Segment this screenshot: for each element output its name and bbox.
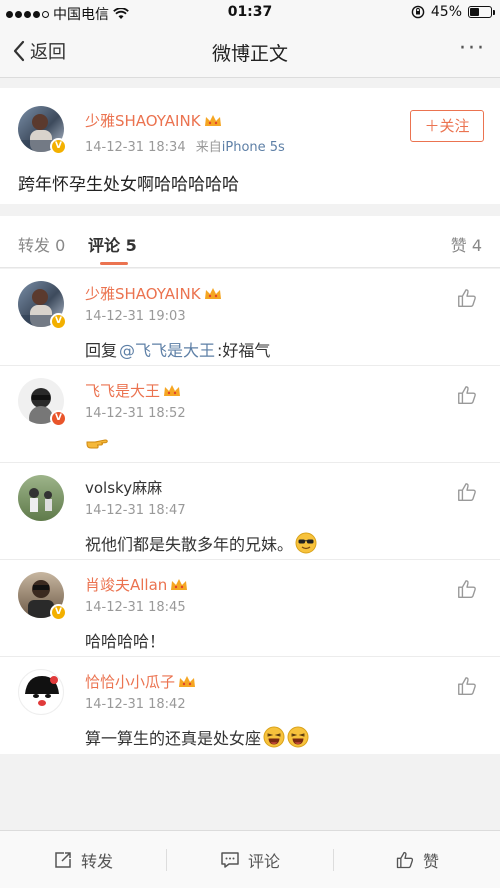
page-title: 微博正文 — [211, 43, 288, 65]
like-label: 赞 — [422, 852, 439, 871]
list-item: V 少雅SHAOYAINK 14-12-31 19:03 回复 @飞飞是大王:好福… — [0, 269, 500, 366]
tab-repost-count: 0 — [55, 236, 66, 255]
comment-author[interactable]: 肖竣夫Allan — [85, 574, 188, 595]
sunglasses-emoji — [295, 532, 317, 554]
post-tabs: 转发 0 评论 5 赞 4 — [0, 216, 500, 268]
comment-icon — [221, 852, 239, 868]
weibo-post: V 少雅SHAOYAINK 14-12-31 18:34 来自iPhone 5s… — [0, 88, 500, 204]
vip-crown-icon — [179, 675, 196, 687]
list-item: V 肖竣夫Allan 14-12-31 18:45 哈哈哈哈！ — [0, 560, 500, 657]
post-source[interactable]: iPhone 5s — [222, 140, 285, 155]
lock-rotation-icon — [411, 5, 425, 19]
comment-text: 哈哈哈哈！ — [85, 628, 165, 652]
comment-author-name: 飞飞是大王 — [85, 382, 161, 400]
vip-crown-icon — [164, 384, 181, 396]
comment-text — [85, 434, 113, 452]
comment-label: 评论 — [247, 852, 280, 871]
comment-time: 14-12-31 19:03 — [85, 309, 186, 324]
comment-author[interactable]: volsky麻麻 — [85, 477, 162, 498]
comment-author-name: volsky麻麻 — [85, 479, 163, 497]
comment-text: 回复 @飞飞是大王:好福气 — [85, 337, 270, 361]
bottom-action-bar: 转发 评论 赞 — [0, 830, 500, 888]
post-author-name: 少雅SHAOYAINK — [85, 112, 201, 130]
verified-badge-icon: V — [50, 138, 67, 155]
tab-repost[interactable]: 转发 0 — [18, 232, 65, 256]
tab-like[interactable]: 赞 4 — [451, 232, 482, 256]
nav-bar: 返回 微博正文 ··· — [0, 26, 500, 78]
comment-time: 14-12-31 18:45 — [85, 600, 186, 615]
comment-text: 祝他们都是失散多年的兄妹。 — [85, 531, 317, 555]
thumbs-up-icon[interactable] — [456, 481, 478, 503]
tab-active-indicator — [100, 262, 128, 265]
verified-badge-icon: V — [50, 410, 67, 427]
comment-author[interactable]: 少雅SHAOYAINK — [85, 283, 222, 304]
thumbs-up-icon[interactable] — [456, 675, 478, 697]
laughing-emoji — [263, 726, 285, 748]
tab-like-label: 赞 — [450, 236, 467, 255]
vip-crown-icon — [204, 114, 221, 126]
comment-author[interactable]: 飞飞是大王 — [85, 380, 181, 401]
post-author[interactable]: 少雅SHAOYAINK — [85, 110, 222, 131]
mention-link[interactable]: @飞飞是大王 — [119, 337, 215, 361]
post-source-prefix: 来自 — [195, 140, 222, 155]
status-right: 45% — [411, 4, 495, 20]
vip-crown-icon — [204, 287, 221, 299]
comment-author-name: 恰恰小小瓜子 — [85, 673, 176, 691]
post-meta: 14-12-31 18:34 来自iPhone 5s — [85, 136, 285, 155]
repost-button[interactable]: 转发 — [0, 831, 166, 888]
verified-badge-icon: V — [50, 604, 67, 621]
pointing-hand-emoji — [86, 439, 108, 449]
status-bar: 中国电信 01:37 45% — [0, 0, 500, 26]
thumbs-up-icon[interactable] — [456, 287, 478, 309]
list-item: 恰恰小小瓜子 14-12-31 18:42 算一算生的还真是处女座 — [0, 657, 500, 754]
tab-repost-label: 转发 — [18, 236, 51, 255]
follow-button[interactable]: ＋关注 — [410, 110, 484, 142]
comment-body: 祝他们都是失散多年的兄妹。 — [85, 535, 294, 554]
battery-percent: 45% — [430, 4, 462, 20]
comment-author[interactable]: 恰恰小小瓜子 — [85, 671, 196, 692]
tab-like-count: 4 — [471, 236, 482, 255]
tab-comment[interactable]: 评论 5 — [88, 232, 137, 256]
vip-crown-icon — [171, 578, 188, 590]
thumbs-up-icon — [396, 851, 414, 869]
thumbs-up-icon[interactable] — [456, 578, 478, 600]
verified-badge-icon: V — [50, 313, 67, 330]
more-icon[interactable]: ··· — [459, 36, 486, 61]
comment-time: 14-12-31 18:47 — [85, 503, 186, 518]
avatar[interactable] — [18, 475, 64, 521]
list-item: V 飞飞是大王 14-12-31 18:52 — [0, 366, 500, 463]
post-text: 跨年怀孕生处女啊哈哈哈哈哈 — [18, 175, 239, 195]
comment-list: V 少雅SHAOYAINK 14-12-31 19:03 回复 @飞飞是大王:好福… — [0, 269, 500, 754]
repost-label: 转发 — [80, 852, 113, 871]
comment-text: 算一算生的还真是处女座 — [85, 725, 309, 749]
tab-comment-label: 评论 — [88, 236, 121, 255]
avatar[interactable] — [18, 669, 64, 715]
comment-button[interactable]: 评论 — [167, 831, 333, 888]
tab-comment-count: 5 — [125, 236, 137, 255]
comment-time: 14-12-31 18:52 — [85, 406, 186, 421]
battery-icon — [468, 6, 495, 18]
comment-body: 算一算生的还真是处女座 — [85, 729, 262, 748]
comment-author-name: 肖竣夫Allan — [85, 576, 168, 594]
comment-reply-prefix: 回复 — [85, 341, 118, 360]
comment-body: 哈哈哈哈！ — [85, 632, 166, 651]
like-button[interactable]: 赞 — [334, 831, 500, 888]
thumbs-up-icon[interactable] — [456, 384, 478, 406]
repost-icon — [55, 852, 71, 868]
comment-time: 14-12-31 18:42 — [85, 697, 186, 712]
list-item: volsky麻麻 14-12-31 18:47 祝他们都是失散多年的兄妹。 — [0, 463, 500, 560]
post-time: 14-12-31 18:34 — [85, 140, 186, 155]
laughing-emoji — [287, 726, 309, 748]
comment-body: :好福气 — [217, 341, 271, 360]
comment-author-name: 少雅SHAOYAINK — [85, 285, 201, 303]
